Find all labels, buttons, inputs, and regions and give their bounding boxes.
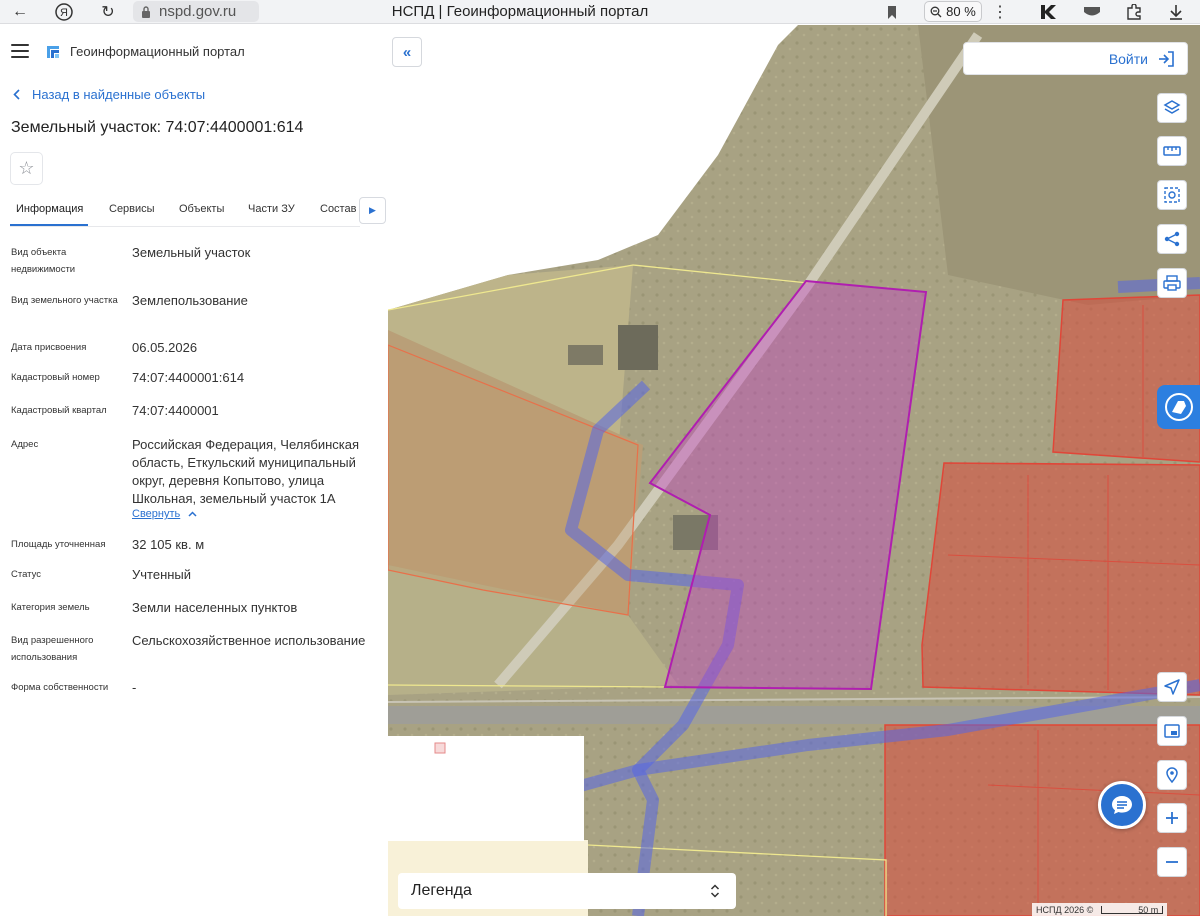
- info-label: Форма собственности: [11, 682, 109, 693]
- expand-toggle-icon: [710, 884, 720, 898]
- layers-icon[interactable]: [1157, 93, 1187, 123]
- ruler-icon[interactable]: [1157, 136, 1187, 166]
- tab-information[interactable]: Информация: [16, 203, 83, 215]
- portal-logo-icon: [47, 46, 59, 58]
- tabs-scroll-right-icon[interactable]: ▶: [359, 197, 386, 224]
- info-value: Российская Федерация, Челябинская област…: [132, 437, 359, 506]
- info-value: Земли населенных пунктов: [132, 600, 298, 615]
- location-arrow-icon[interactable]: [1157, 672, 1187, 702]
- info-value: -: [132, 680, 137, 695]
- info-label: Вид разрешенного использования: [11, 635, 94, 663]
- browser-toolbar: ← Я ↻ nspd.gov.ru НСПД | Геоинформационн…: [0, 0, 1200, 24]
- info-value: 06.05.2026: [132, 340, 198, 355]
- scale-bar: 50 m: [1101, 904, 1164, 915]
- chat-icon[interactable]: [1098, 781, 1146, 829]
- chevron-up-icon: [188, 511, 197, 517]
- lock-icon: [142, 5, 150, 18]
- menu-icon[interactable]: [11, 44, 29, 58]
- info-label: Вид земельного участка: [11, 295, 118, 306]
- info-value: Учтенный: [132, 567, 192, 582]
- zoom-out-icon[interactable]: [1157, 847, 1187, 877]
- tab-objects[interactable]: Объекты: [179, 203, 224, 215]
- info-label: Категория земель: [11, 602, 90, 613]
- tabs-divider: [10, 226, 360, 227]
- object-title: Земельный участок: 74:07:4400001:614: [11, 119, 304, 136]
- attribution-text: НСПД 2026 ©: [1036, 904, 1094, 915]
- zoom-indicator[interactable]: 80 %: [924, 1, 982, 22]
- info-value[interactable]: 74:07:4400001: [132, 402, 377, 420]
- login-button[interactable]: Войти: [963, 42, 1188, 75]
- chevron-left-icon: [13, 89, 20, 100]
- scale-label: 50 m: [1138, 904, 1159, 915]
- info-label: Дата присвоения: [11, 342, 87, 353]
- login-label: Войти: [1108, 50, 1148, 67]
- svg-text:Я: Я: [60, 7, 68, 19]
- info-value: Земельный участок: [132, 245, 251, 260]
- info-label: Вид объекта недвижимости: [11, 247, 76, 275]
- legend-label: Легенда: [411, 882, 472, 899]
- zoom-level: 80 %: [946, 4, 976, 19]
- yandex-icon[interactable]: Я: [52, 0, 76, 24]
- map-attribution: НСПД 2026 © 50 m: [1032, 903, 1168, 916]
- info-value: Землепользование: [132, 293, 248, 308]
- address-bar[interactable]: nspd.gov.ru: [133, 1, 259, 22]
- info-value[interactable]: 74:07:4400001:614: [132, 369, 377, 387]
- collapse-label: Свернуть: [132, 508, 181, 520]
- portal-title: Геоинформационный портал: [70, 44, 245, 59]
- info-label: Кадастровый квартал: [11, 405, 107, 416]
- favorite-star-icon[interactable]: ☆: [10, 152, 43, 185]
- info-label: Площадь уточненная: [11, 539, 106, 550]
- reload-icon[interactable]: ↻: [96, 0, 120, 24]
- picture-in-picture-icon[interactable]: [1157, 716, 1187, 746]
- map-canvas[interactable]: [388, 25, 1200, 916]
- tab-composition[interactable]: Состав: [320, 203, 356, 215]
- url-text: nspd.gov.ru: [159, 3, 237, 20]
- collapse-address-link[interactable]: Свернуть: [132, 508, 197, 520]
- extension-icon[interactable]: [1080, 0, 1104, 24]
- login-icon: [1159, 50, 1174, 67]
- satellite-imagery: [388, 25, 1200, 916]
- kaspersky-extension-icon[interactable]: [1036, 0, 1060, 24]
- legend-dropdown[interactable]: Легенда: [398, 873, 736, 909]
- info-value: Сельскохозяйственное использование: [132, 633, 366, 648]
- extension-puzzle-icon[interactable]: [1122, 0, 1146, 24]
- panel-header: Геоинформационный портал: [0, 25, 388, 79]
- print-icon[interactable]: [1157, 268, 1187, 298]
- download-icon[interactable]: [1164, 0, 1188, 24]
- tab-services[interactable]: Сервисы: [109, 203, 155, 215]
- zoom-icon: [930, 6, 942, 17]
- object-tabs: Информация Сервисы Объекты Части ЗУ Сост…: [10, 197, 388, 229]
- share-icon[interactable]: [1157, 224, 1187, 254]
- info-label: Статус: [11, 569, 42, 580]
- back-link-label: Назад в найденные объекты: [32, 87, 206, 102]
- info-label: Адрес: [11, 439, 39, 450]
- back-to-results-link[interactable]: Назад в найденные объекты: [13, 87, 205, 102]
- zoom-in-icon[interactable]: [1157, 803, 1187, 833]
- feedback-badge-icon[interactable]: [1157, 385, 1200, 429]
- back-arrow-icon[interactable]: ←: [8, 0, 32, 24]
- tab-parcel-parts[interactable]: Части ЗУ: [248, 203, 295, 215]
- select-area-icon[interactable]: [1157, 180, 1187, 210]
- info-value: 32 105 кв. м: [132, 537, 205, 552]
- page-title: НСПД | Геоинформационный портал: [391, 3, 649, 20]
- object-info-panel: Геоинформационный портал Назад в найденн…: [0, 25, 388, 916]
- bookmark-icon[interactable]: [880, 0, 904, 24]
- collapse-panel-button[interactable]: «: [392, 37, 422, 67]
- info-label: Кадастровый номер: [11, 372, 100, 383]
- active-tab-indicator: [10, 224, 88, 226]
- more-menu-icon[interactable]: ⋮: [988, 0, 1012, 24]
- geo-search-icon[interactable]: [1157, 760, 1187, 790]
